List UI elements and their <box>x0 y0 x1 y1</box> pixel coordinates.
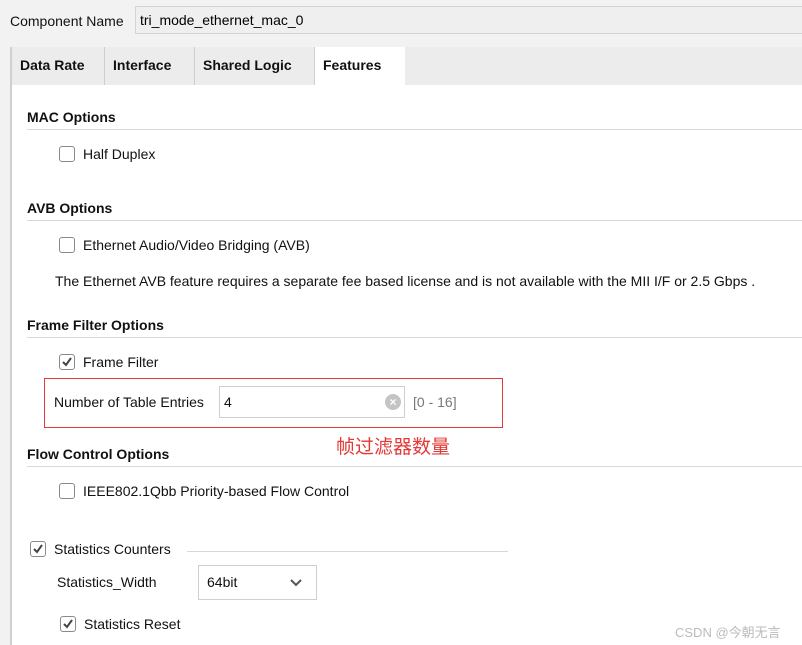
divider <box>27 129 802 130</box>
table-entries-range: [0 - 16] <box>413 394 457 410</box>
section-title: Frame Filter Options <box>27 317 164 333</box>
statistics-width-select[interactable]: 64bit <box>198 565 317 600</box>
half-duplex-label: Half Duplex <box>83 146 156 162</box>
avb-label: Ethernet Audio/Video Bridging (AVB) <box>83 237 310 253</box>
avb-note: The Ethernet AVB feature requires a sepa… <box>55 273 756 289</box>
annotation-text: 帧过滤器数量 <box>336 437 451 458</box>
frame-filter-label: Frame Filter <box>83 354 159 370</box>
half-duplex-checkbox[interactable] <box>59 146 75 162</box>
statistics-reset-label: Statistics Reset <box>84 616 181 632</box>
divider <box>27 220 802 221</box>
pfc-label: IEEE802.1Qbb Priority-based Flow Control <box>83 483 350 499</box>
clear-icon[interactable]: × <box>385 394 401 410</box>
tab-data-rate[interactable]: Data Rate <box>12 47 105 85</box>
frame-filter-checkbox[interactable] <box>59 354 75 370</box>
pfc-checkbox[interactable] <box>59 483 75 499</box>
chevron-down-icon <box>290 579 302 587</box>
tab-bar: Data Rate Interface Shared Logic Feature… <box>10 47 802 85</box>
divider <box>27 466 802 467</box>
tab-features[interactable]: Features <box>315 47 405 85</box>
section-title: AVB Options <box>27 200 113 216</box>
watermark: CSDN @今朝无言 <box>675 625 781 640</box>
statistics-width-label: Statistics_Width <box>57 574 157 590</box>
component-name-input[interactable] <box>135 6 802 34</box>
statistics-counters-checkbox[interactable] <box>30 541 46 557</box>
section-title: Flow Control Options <box>27 446 170 462</box>
tab-shared-logic[interactable]: Shared Logic <box>195 47 315 85</box>
statistics-width-value: 64bit <box>207 574 238 590</box>
features-panel: MAC Options Half Duplex AVB Options Ethe… <box>10 85 802 645</box>
table-entries-input[interactable]: 4 <box>219 386 405 418</box>
divider <box>187 551 508 552</box>
avb-checkbox[interactable] <box>59 237 75 253</box>
divider <box>27 337 802 338</box>
table-entries-label: Number of Table Entries <box>54 394 204 410</box>
statistics-counters-label: Statistics Counters <box>54 541 171 557</box>
section-title: MAC Options <box>27 109 116 125</box>
tab-interface[interactable]: Interface <box>105 47 195 85</box>
component-name-label: Component Name <box>10 13 124 29</box>
statistics-reset-checkbox[interactable] <box>60 616 76 632</box>
